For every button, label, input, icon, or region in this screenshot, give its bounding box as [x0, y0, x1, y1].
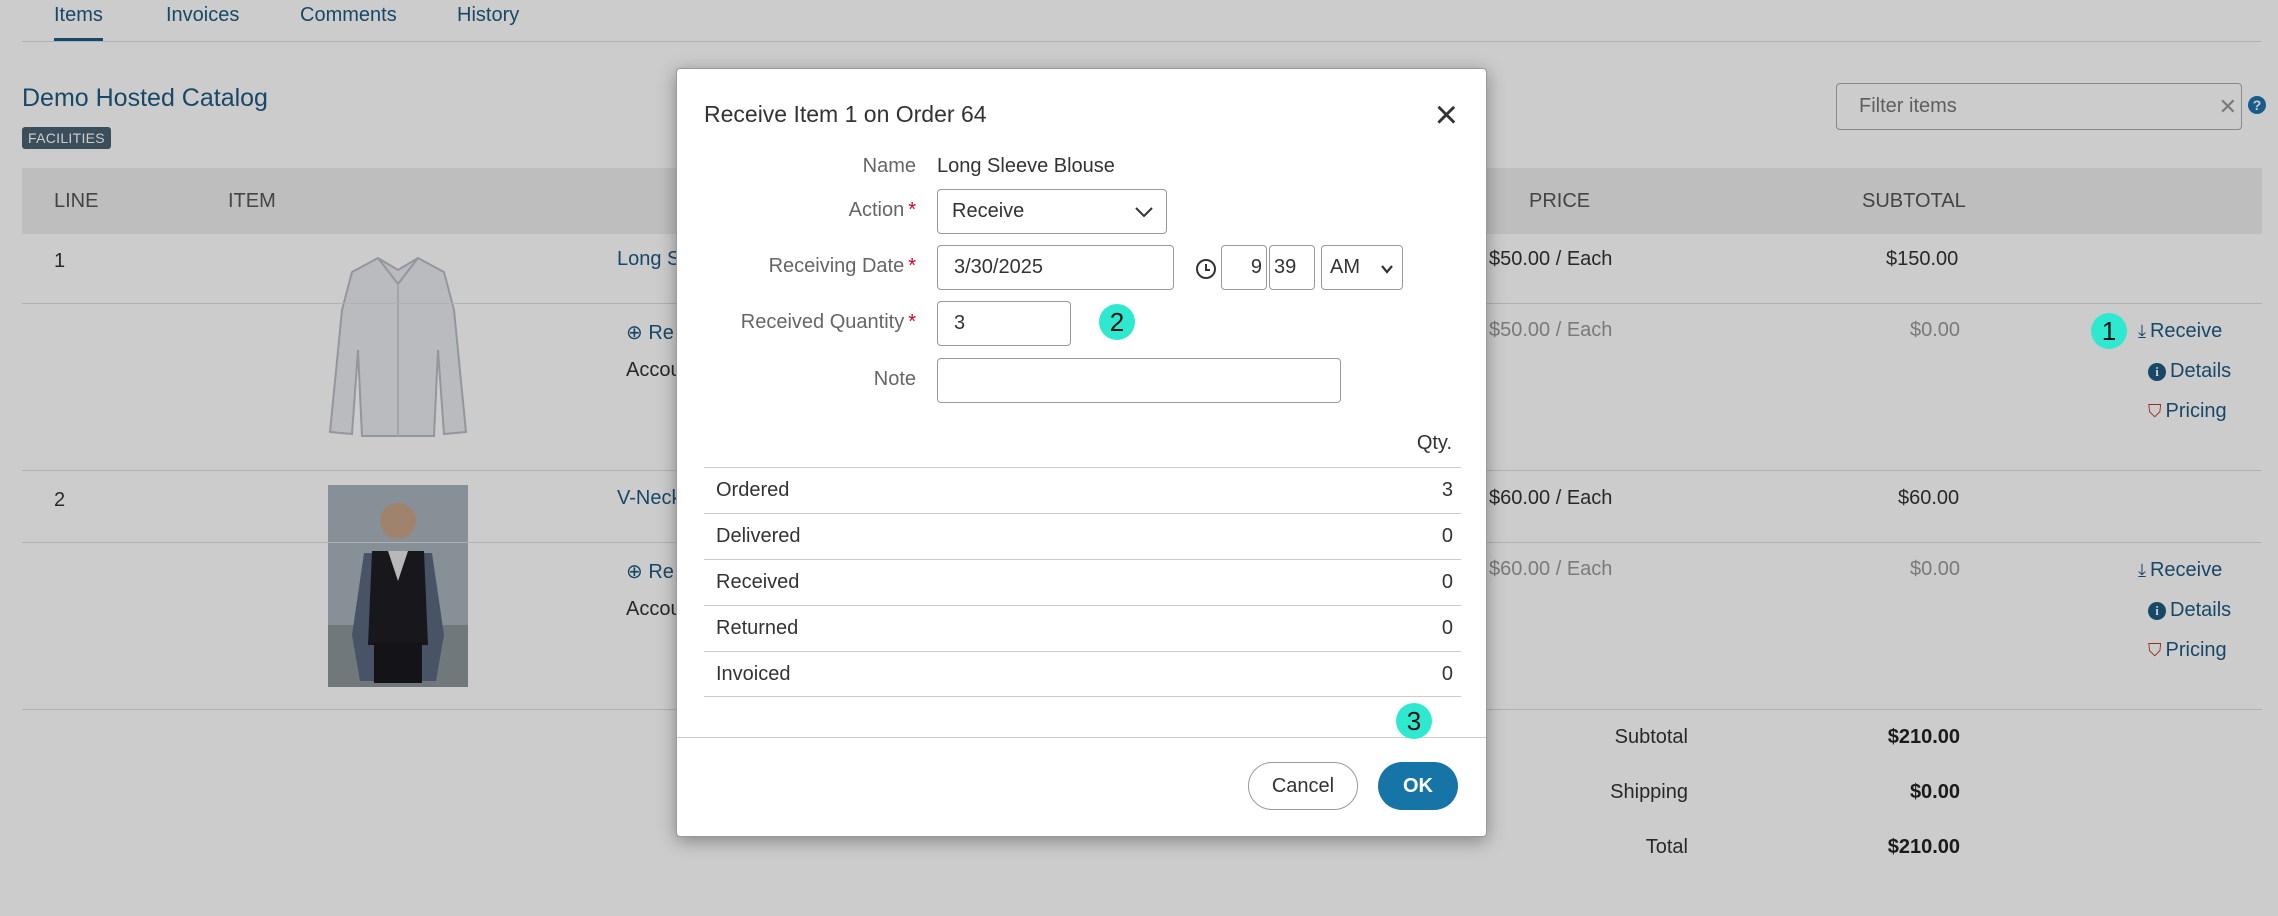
ampm-value: AM [1330, 256, 1360, 278]
qty-row-label: Ordered [716, 479, 790, 501]
cancel-button[interactable]: Cancel [1248, 762, 1358, 810]
chevron-down-icon [1381, 265, 1393, 274]
table-row: Invoiced 0 [704, 651, 1461, 697]
quantity-summary-table: Ordered 3 Delivered 0 Received 0 Returned 0 … [704, 467, 1461, 697]
qty-row-value: 0 [1441, 617, 1453, 639]
required-marker: * [908, 199, 916, 221]
received-quantity-label-text: Received Quantity [740, 311, 905, 333]
qty-row-value: 0 [1441, 662, 1453, 685]
clock-icon [1196, 259, 1216, 279]
action-select[interactable]: Receive [937, 189, 1167, 234]
received-quantity-label: Received Quantity * [741, 311, 916, 334]
note-input[interactable] [937, 358, 1341, 403]
qty-row-value: 0 [1441, 571, 1453, 593]
action-label-text: Action [848, 199, 905, 221]
name-value: Long Sleeve Blouse [937, 155, 1115, 177]
chevron-down-icon [1135, 207, 1153, 218]
qty-column-header: Qty. [1416, 432, 1452, 454]
receiving-date-input[interactable]: 3/30/2025 [937, 245, 1174, 290]
qty-row-label: Received [716, 571, 800, 593]
dialog-title: Receive Item 1 on Order 64 [704, 101, 987, 127]
qty-row-label: Returned [716, 617, 799, 639]
annotation-marker-2: 2 [1099, 304, 1135, 340]
qty-row-label: Delivered [716, 525, 801, 547]
table-row: Returned 0 [704, 605, 1461, 651]
hour-input[interactable]: 9 [1221, 245, 1267, 290]
received-quantity-input[interactable]: 3 [937, 301, 1071, 346]
table-row: Delivered 0 [704, 513, 1461, 559]
required-marker: * [908, 255, 916, 277]
close-icon[interactable]: × [1435, 95, 1458, 135]
receiving-date-label-text: Receiving Date [768, 255, 905, 277]
received-quantity-value: 3 [954, 312, 966, 334]
annotation-marker-1: 1 [2091, 313, 2127, 349]
qty-row-value: 3 [1441, 479, 1453, 501]
ampm-select[interactable]: AM [1321, 245, 1403, 290]
required-marker: * [908, 311, 916, 333]
dialog-footer-divider [677, 737, 1486, 738]
receiving-date-value: 3/30/2025 [954, 256, 1043, 278]
action-label: Action * [849, 199, 916, 222]
annotation-marker-3: 3 [1396, 703, 1432, 739]
qty-row-value: 0 [1441, 525, 1453, 547]
qty-row-label: Invoiced [716, 662, 791, 685]
table-row: Received 0 [704, 559, 1461, 605]
minute-input[interactable]: 39 [1269, 245, 1315, 290]
name-label: Name [862, 155, 916, 177]
ok-button[interactable]: OK [1378, 762, 1458, 810]
minute-value: 39 [1274, 256, 1297, 278]
table-row: Ordered 3 [704, 467, 1461, 513]
action-select-value: Receive [952, 200, 1025, 222]
note-label: Note [873, 368, 916, 390]
receive-item-dialog: Receive Item 1 on Order 64 × Name Long S… [676, 68, 1487, 837]
hour-value: 9 [1250, 256, 1262, 278]
receiving-date-label: Receiving Date * [769, 255, 916, 278]
